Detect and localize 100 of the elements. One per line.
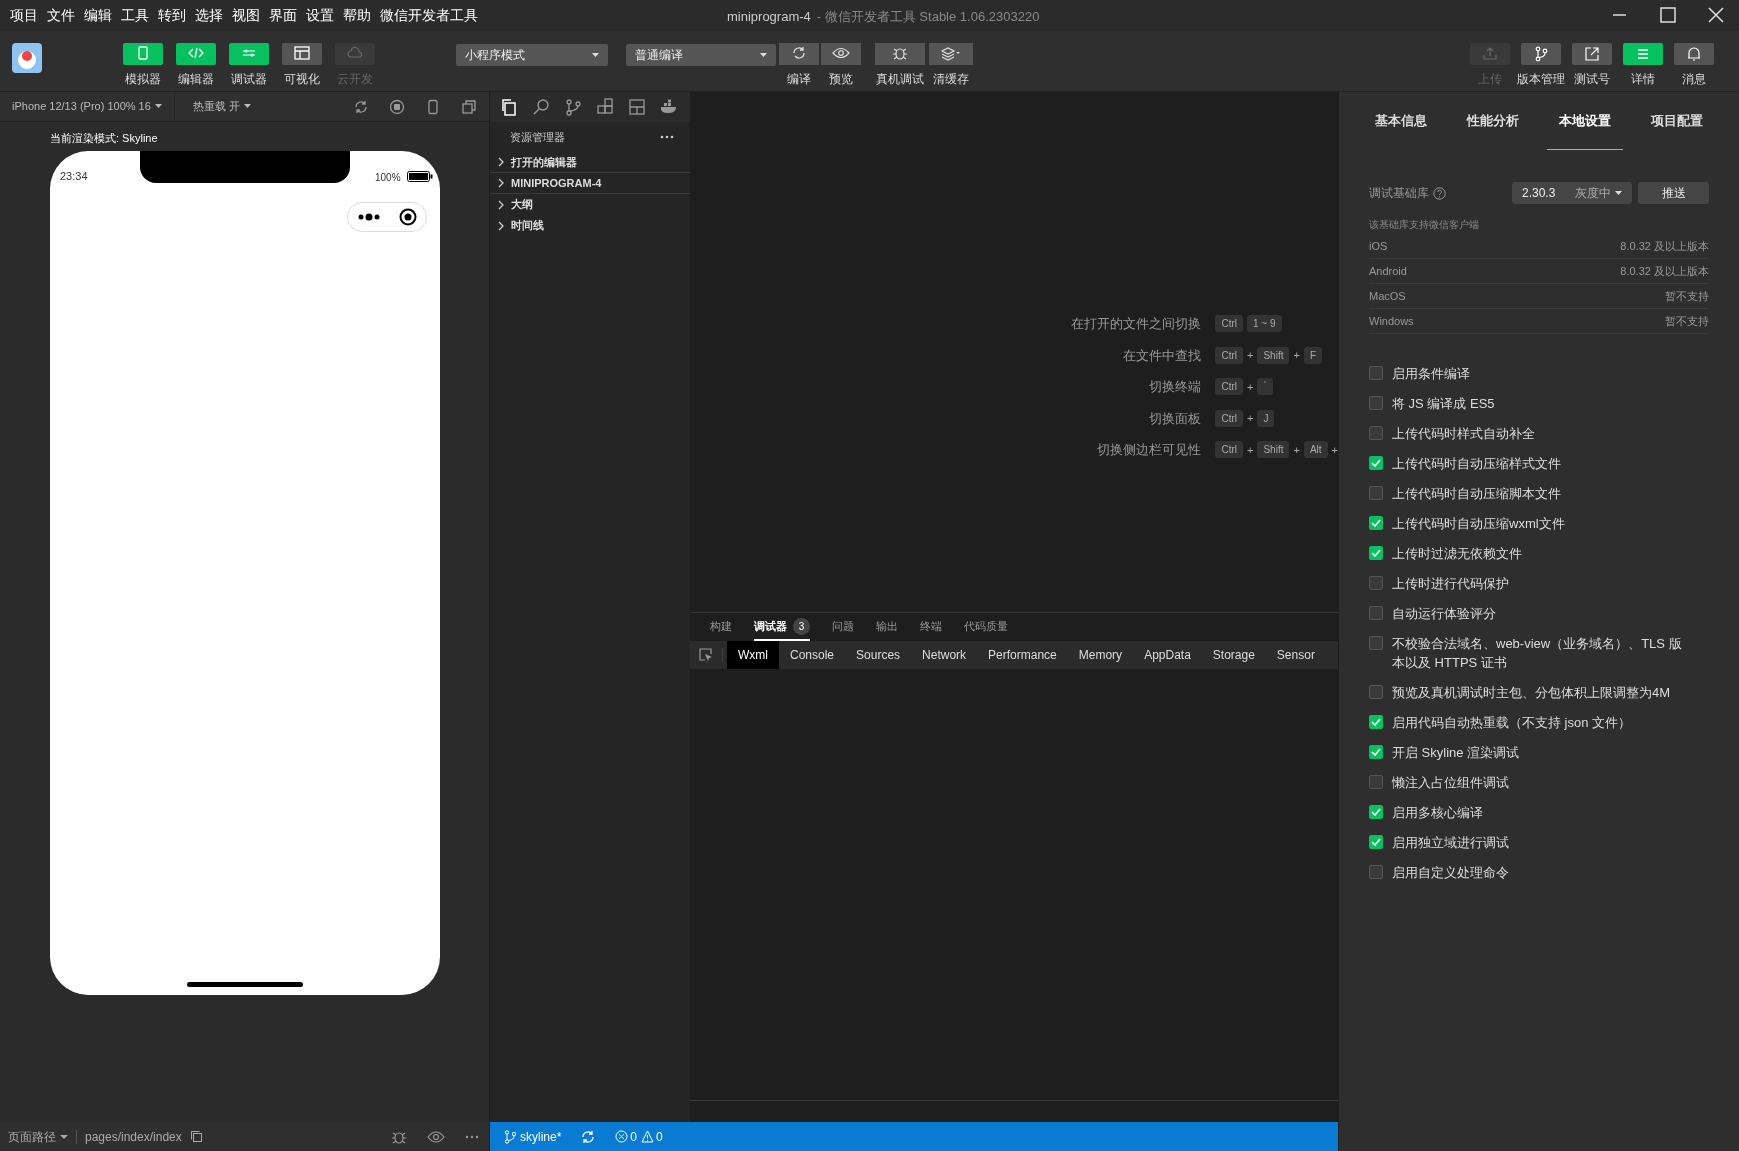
devtools-tab[interactable]: Sensor — [1265, 641, 1326, 669]
search-icon[interactable] — [532, 98, 550, 116]
help-icon[interactable] — [1433, 186, 1446, 200]
devtools-tab[interactable]: Sources — [845, 641, 912, 669]
option-label[interactable]: 启用自定义处理命令 — [1392, 863, 1509, 882]
action-button[interactable] — [821, 43, 861, 65]
settings-tab[interactable]: 本地设置 — [1547, 92, 1623, 150]
toolbar-button[interactable] — [1622, 43, 1663, 65]
error-icon[interactable] — [615, 1130, 629, 1143]
menu-item[interactable]: 微信开发者工具 — [380, 5, 478, 26]
checkbox[interactable] — [1369, 396, 1383, 410]
checkbox[interactable] — [1369, 865, 1383, 879]
avatar-icon[interactable] — [12, 43, 42, 73]
option-label[interactable]: 不校验合法域名、web-view（业务域名）、TLS 版本以及 HTTPS 证书 — [1392, 634, 1692, 672]
toolbar-button[interactable] — [175, 43, 216, 65]
error-count[interactable]: 0 — [630, 1127, 638, 1146]
blocks-icon[interactable] — [596, 98, 614, 116]
explorer-section[interactable]: 打开的编辑器 — [490, 152, 690, 173]
option-label[interactable]: 上传代码时自动压缩wxml文件 — [1392, 514, 1565, 533]
inspect-icon[interactable] — [699, 648, 713, 662]
checkbox[interactable] — [1369, 636, 1383, 650]
panel-tab[interactable]: 输出 — [876, 613, 898, 641]
version-dropdown[interactable]: 2.30.3 灰度中 — [1512, 182, 1632, 204]
push-button[interactable]: 推送 — [1638, 182, 1709, 204]
checkbox[interactable] — [1369, 835, 1383, 849]
hot-reload-dropdown[interactable]: 热重载 开 — [174, 92, 269, 121]
sync-icon[interactable] — [581, 1129, 596, 1144]
checkbox[interactable] — [1369, 366, 1383, 380]
checkbox[interactable] — [1369, 456, 1383, 470]
toolbar-button[interactable] — [1571, 43, 1612, 65]
chevron-icon[interactable] — [498, 199, 505, 210]
checkbox[interactable] — [1369, 516, 1383, 530]
explorer-section[interactable]: 时间线 — [490, 215, 690, 236]
device-dropdown[interactable]: iPhone 12/13 (Pro) 100% 16 — [0, 92, 175, 121]
option-label[interactable]: 启用多核心编译 — [1392, 803, 1483, 822]
rotate-icon[interactable] — [353, 98, 369, 115]
menu-item[interactable]: 选择 — [195, 5, 223, 26]
devtools-tab[interactable]: Console — [779, 641, 846, 669]
settings-tab[interactable]: 性能分析 — [1455, 92, 1531, 150]
phone-icon[interactable] — [425, 98, 441, 115]
panel-tab[interactable]: 终端 — [920, 613, 942, 641]
mode-dropdown[interactable]: 小程序模式 — [456, 44, 608, 66]
toolbar-button[interactable] — [228, 43, 269, 65]
action-label[interactable]: 预览 — [829, 70, 853, 88]
chevron-icon[interactable] — [498, 220, 505, 231]
page-path-dropdown[interactable]: 页面路径 — [8, 1127, 56, 1146]
toolbar-label[interactable]: 可视化 — [283, 70, 320, 88]
checkbox[interactable] — [1369, 486, 1383, 500]
devtools-tab[interactable]: Storage — [1201, 641, 1266, 669]
toolbar-label[interactable]: 模拟器 — [124, 70, 161, 88]
option-label[interactable]: 预览及真机调试时主包、分包体积上限调整为4M — [1392, 683, 1671, 702]
caret-icon[interactable] — [243, 104, 251, 109]
settings-tab[interactable]: 项目配置 — [1639, 92, 1715, 150]
branch-icon[interactable] — [564, 98, 582, 116]
more-icon[interactable] — [660, 135, 674, 139]
toolbar-label[interactable]: 测试号 — [1573, 70, 1610, 88]
chevron-icon[interactable] — [498, 178, 505, 188]
explorer-section[interactable]: 大纲 — [490, 194, 690, 215]
option-label[interactable]: 启用独立域进行调试 — [1392, 833, 1509, 852]
option-label[interactable]: 上传代码时自动压缩脚本文件 — [1392, 484, 1561, 503]
explorer-section[interactable]: MINIPROGRAM-4 — [490, 173, 690, 194]
toolbar-button[interactable] — [281, 43, 322, 65]
checkbox[interactable] — [1369, 546, 1383, 560]
checkbox[interactable] — [1369, 775, 1383, 789]
files-icon[interactable] — [500, 98, 518, 116]
panel-icon[interactable] — [628, 98, 646, 116]
caret-icon[interactable] — [60, 1133, 68, 1140]
checkbox[interactable] — [1369, 805, 1383, 819]
panel-tab[interactable]: 构建 — [710, 613, 732, 641]
action-label[interactable]: 清缓存 — [933, 70, 969, 88]
action-label[interactable]: 编译 — [787, 70, 811, 88]
option-label[interactable]: 上传代码时自动压缩样式文件 — [1392, 454, 1561, 473]
action-label[interactable]: 真机调试 — [876, 70, 924, 88]
branch-name[interactable]: skyline* — [520, 1127, 562, 1146]
menu-item[interactable]: 文件 — [47, 5, 75, 26]
more-icon[interactable] — [465, 1134, 479, 1139]
toolbar-label[interactable]: 调试器 — [230, 70, 267, 88]
devtools-tab[interactable]: Network — [911, 641, 978, 669]
compile-dropdown[interactable]: 普通编译 — [626, 44, 776, 66]
devtools-tab[interactable]: AppData — [1133, 641, 1202, 669]
devtools-tab[interactable]: Performance — [977, 641, 1068, 669]
panel-tab[interactable]: 问题 — [832, 613, 854, 641]
action-button[interactable] — [779, 43, 819, 65]
checkbox[interactable] — [1369, 745, 1383, 759]
menu-item[interactable]: 界面 — [269, 5, 297, 26]
stop-icon[interactable] — [389, 98, 405, 115]
menu-item[interactable]: 工具 — [121, 5, 149, 26]
option-label[interactable]: 自动运行体验评分 — [1392, 604, 1496, 623]
menu-item[interactable]: 编辑 — [84, 5, 112, 26]
option-label[interactable]: 上传代码时样式自动补全 — [1392, 424, 1535, 443]
caret-icon[interactable] — [760, 52, 767, 58]
option-label[interactable]: 上传时过滤无依赖文件 — [1392, 544, 1522, 563]
chevron-icon[interactable] — [498, 157, 505, 167]
option-label[interactable]: 将 JS 编译成 ES5 — [1392, 394, 1495, 413]
toolbar-button[interactable] — [1673, 43, 1714, 65]
settings-tab[interactable]: 基本信息 — [1363, 92, 1439, 150]
warning-icon[interactable] — [641, 1130, 655, 1143]
option-label[interactable]: 启用代码自动热重载（不支持 json 文件） — [1392, 713, 1632, 732]
menu-item[interactable]: 视图 — [232, 5, 260, 26]
window-icon[interactable] — [461, 98, 477, 115]
